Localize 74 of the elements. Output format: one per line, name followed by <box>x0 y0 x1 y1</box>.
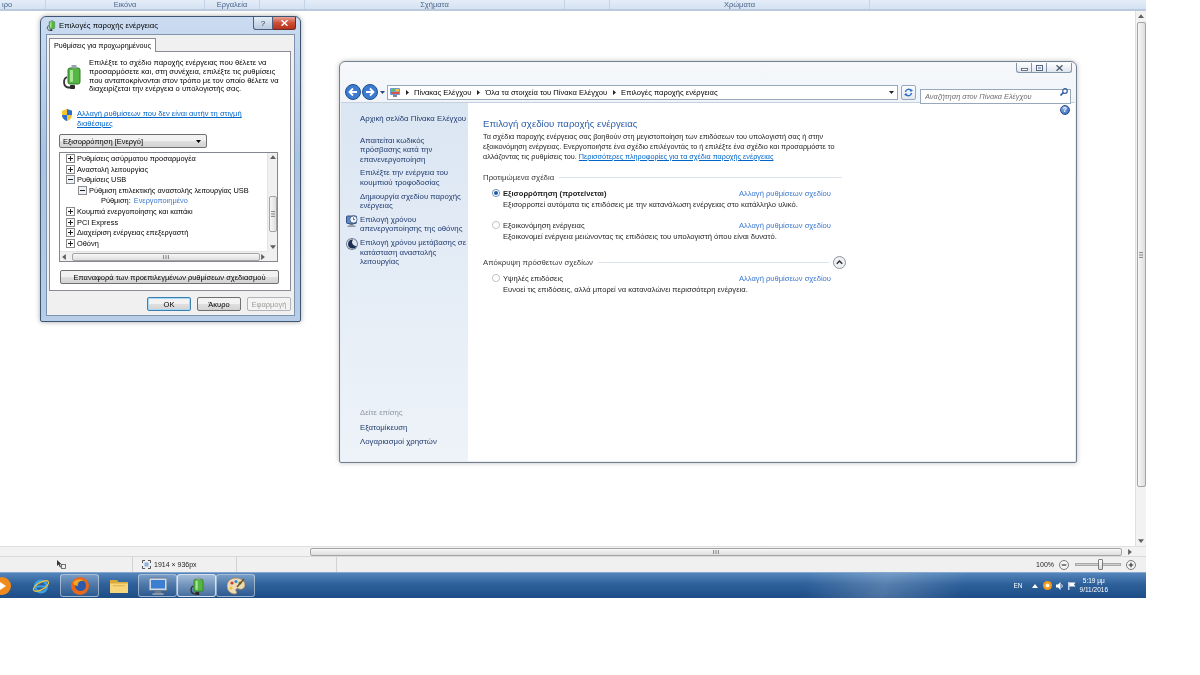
scroll-left-icon[interactable] <box>62 253 66 260</box>
plus-box-icon[interactable] <box>66 206 75 216</box>
frame-icon <box>142 560 151 569</box>
monitor-clock-icon <box>346 214 358 227</box>
breadcrumb-arrow-icon[interactable] <box>477 89 481 95</box>
maximize-button[interactable] <box>1031 63 1046 73</box>
scrollbar-thumb[interactable] <box>268 196 277 233</box>
plus-box-icon[interactable] <box>66 164 75 174</box>
radio-button[interactable] <box>492 274 500 282</box>
taskbar-button[interactable] <box>177 574 216 597</box>
panel-icon <box>390 87 400 97</box>
battery-plug-icon <box>62 65 82 89</box>
grip-icon <box>713 549 719 554</box>
close-button[interactable] <box>273 17 296 30</box>
help-button[interactable]: ? <box>253 17 273 30</box>
radio-button[interactable] <box>492 221 500 229</box>
caret-up-icon[interactable] <box>1031 583 1038 588</box>
slider-thumb[interactable] <box>1097 559 1103 570</box>
minimize-button[interactable] <box>1016 63 1031 73</box>
scroll-down-icon[interactable] <box>1138 539 1144 543</box>
zoom-out-icon[interactable] <box>1059 559 1069 570</box>
back-arrow-icon[interactable] <box>345 84 361 100</box>
flag-icon[interactable] <box>1067 581 1076 590</box>
caret-icon <box>196 139 201 143</box>
refresh-icon <box>904 87 913 97</box>
close-icon <box>280 20 288 26</box>
scrollbar[interactable] <box>1135 11 1146 546</box>
zoom-in-icon[interactable] <box>1126 559 1136 570</box>
moon-icon <box>346 237 358 250</box>
scroll-right-icon[interactable] <box>1128 548 1132 555</box>
globe-icon <box>70 576 89 595</box>
palette-icon <box>226 576 245 595</box>
cursor-box-icon <box>57 560 66 569</box>
ring-orbit-icon <box>31 576 50 595</box>
scrollbar-thumb[interactable] <box>310 547 1122 556</box>
minus-box-icon[interactable] <box>66 175 75 185</box>
close-button[interactable] <box>1046 63 1072 73</box>
caret-icon[interactable] <box>380 90 385 94</box>
ring-icon[interactable] <box>1042 581 1052 590</box>
page-title: Επιλογή σχεδίου παροχής ενέργειας <box>483 118 639 130</box>
plus-box-icon[interactable] <box>66 154 75 163</box>
taskbar-button[interactable] <box>216 574 255 597</box>
scrollbar[interactable] <box>0 546 1146 556</box>
radio-button[interactable] <box>492 189 500 197</box>
scrollbar[interactable] <box>267 153 277 252</box>
taskbar-button[interactable] <box>60 574 99 597</box>
taskbar-button[interactable] <box>138 574 177 597</box>
chevron-up-icon[interactable] <box>833 256 846 269</box>
minus-box-icon[interactable] <box>78 185 87 195</box>
scrollbar-thumb[interactable] <box>72 252 260 261</box>
scrollbar[interactable] <box>60 251 267 262</box>
maximize-icon <box>1035 64 1043 71</box>
refresh-button[interactable] <box>901 84 916 100</box>
caret-icon[interactable] <box>889 90 894 94</box>
scroll-up-icon[interactable] <box>269 155 276 160</box>
shield-icon <box>62 109 72 122</box>
breadcrumb-arrow-icon[interactable] <box>406 89 409 95</box>
search-icon[interactable] <box>1060 88 1068 96</box>
grip-icon <box>1139 251 1143 258</box>
breadcrumb-arrow-icon[interactable] <box>613 89 617 95</box>
plus-box-icon[interactable] <box>66 217 75 227</box>
scrollbar-corner <box>267 251 277 262</box>
monitor-icon <box>148 576 167 595</box>
battery-plug-icon <box>187 576 206 595</box>
scrollbar-thumb[interactable] <box>1136 22 1146 487</box>
close-icon <box>1055 64 1063 71</box>
plus-box-icon[interactable] <box>66 238 75 248</box>
speaker-icon[interactable] <box>1055 581 1064 590</box>
grip-icon <box>163 254 169 259</box>
forward-arrow-icon[interactable] <box>362 84 378 100</box>
plus-box-icon[interactable] <box>66 228 75 238</box>
scroll-up-icon[interactable] <box>1138 14 1144 18</box>
battery-plug-icon <box>46 20 56 31</box>
grip-icon <box>270 211 275 218</box>
